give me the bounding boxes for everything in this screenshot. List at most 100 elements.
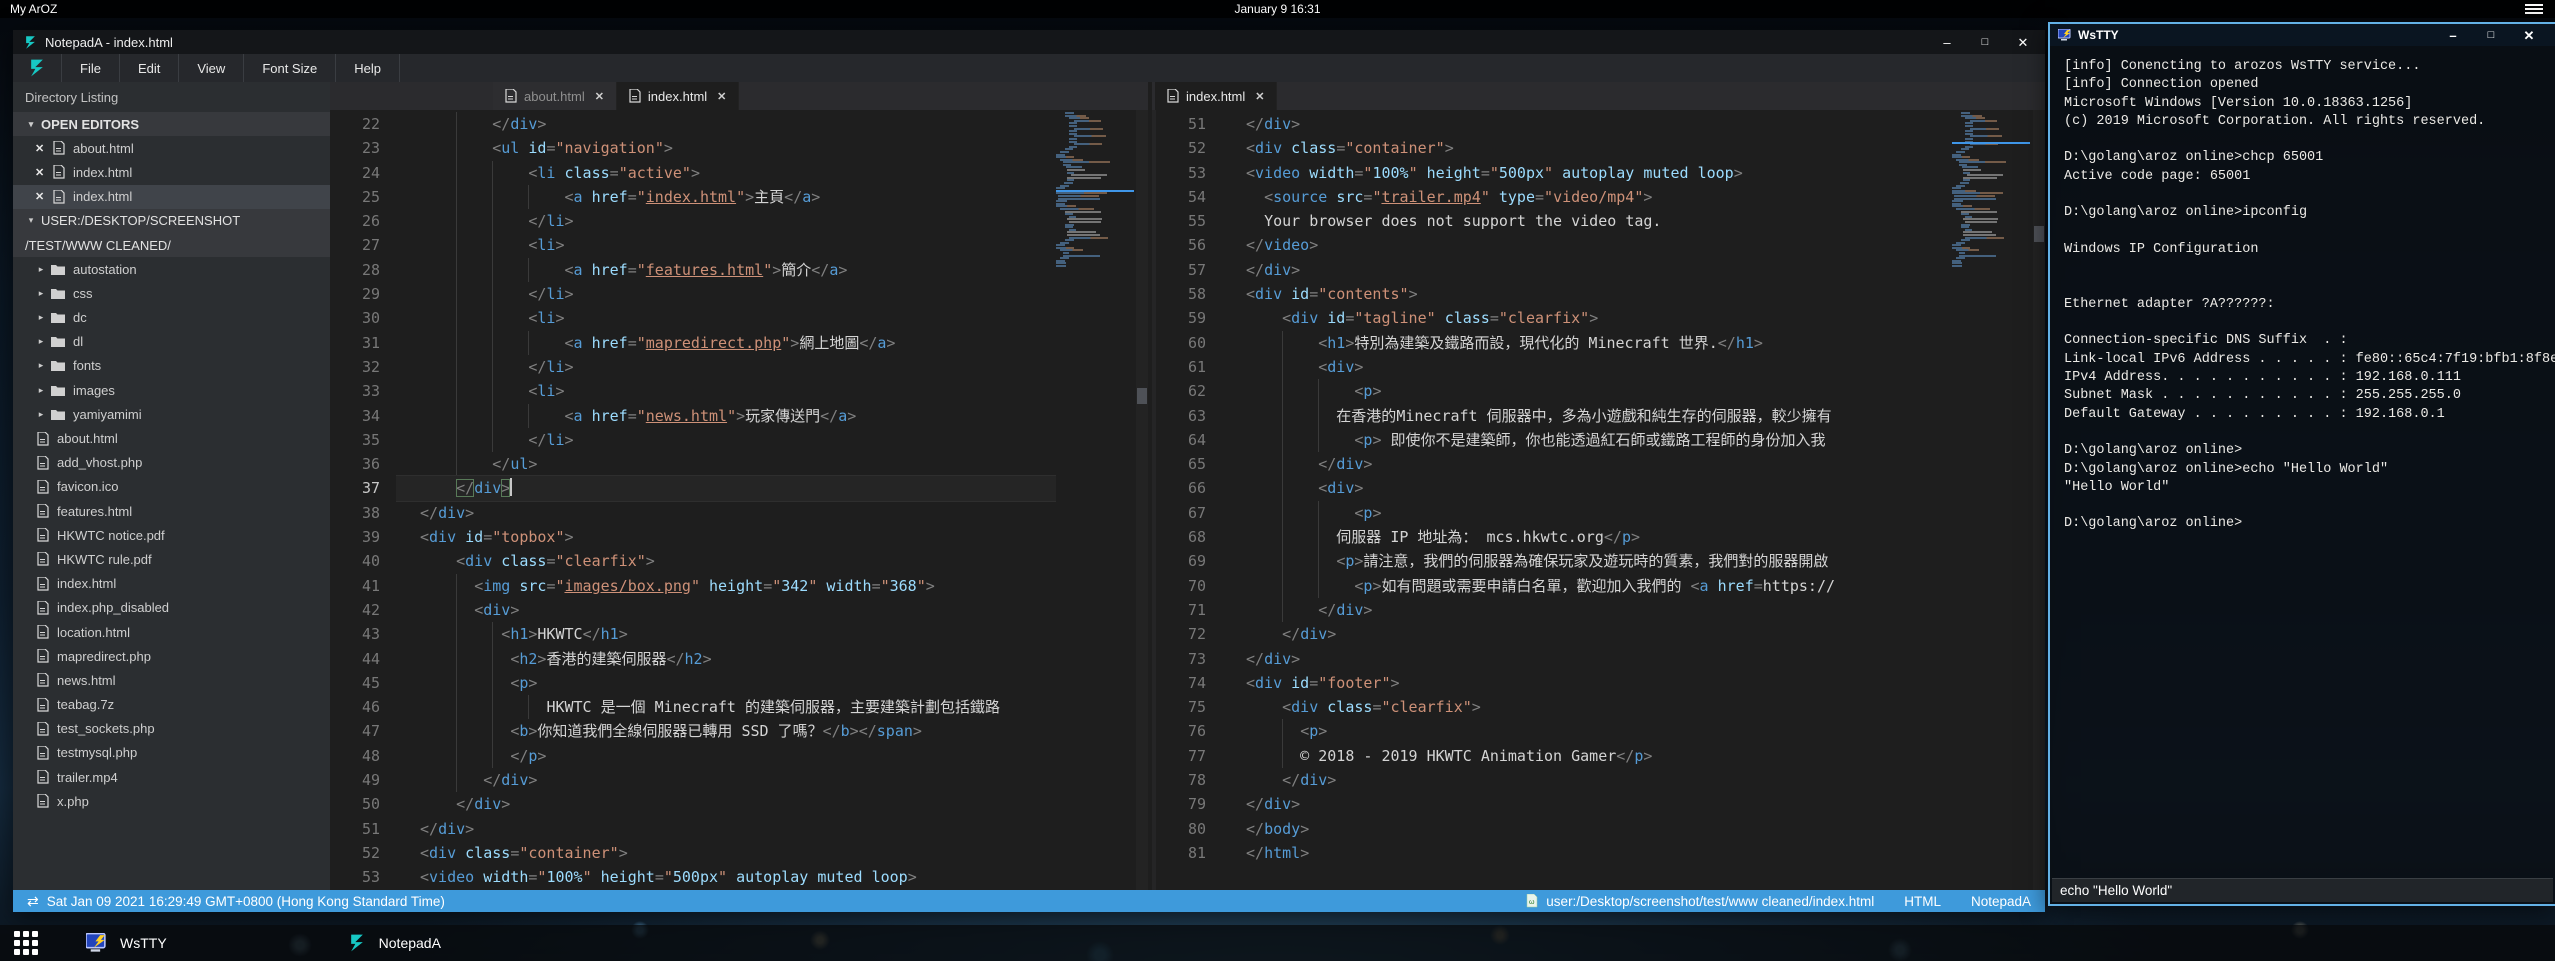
code-line-80[interactable]: </body>: [1222, 817, 1953, 841]
tree-folder-yamiyamimi[interactable]: ▸yamiyamimi: [13, 402, 330, 426]
tree-file-HKWTC notice.pdf[interactable]: HKWTC notice.pdf: [13, 523, 330, 547]
close-icon[interactable]: ✕: [35, 166, 47, 179]
close-tab-icon[interactable]: ✕: [595, 90, 604, 103]
code-line-51[interactable]: </div>: [396, 817, 1056, 841]
code-line-52[interactable]: <div class="container">: [1222, 136, 1953, 160]
code-line-72[interactable]: </div>: [1222, 622, 1953, 646]
code-line-40[interactable]: <div class="clearfix">: [396, 549, 1056, 573]
menu-help[interactable]: Help: [336, 54, 400, 82]
code-line-81[interactable]: </html>: [1222, 841, 1953, 865]
code-line-26[interactable]: </li>: [396, 209, 1056, 233]
code-line-51[interactable]: </div>: [1222, 112, 1953, 136]
close-button[interactable]: ✕: [2015, 36, 2031, 49]
code-line-58[interactable]: <div id="contents">: [1222, 282, 1953, 306]
tree-file-x.php[interactable]: x.php: [13, 789, 330, 813]
code-line-67[interactable]: <p>: [1222, 501, 1953, 525]
tree-file-teabag.7z[interactable]: teabag.7z: [13, 693, 330, 717]
code-line-22[interactable]: </div>: [396, 112, 1056, 136]
tree-file-index.html[interactable]: index.html: [13, 572, 330, 596]
code-line-62[interactable]: <p>: [1222, 379, 1953, 403]
code-line-65[interactable]: </div>: [1222, 452, 1953, 476]
vertical-scrollbar[interactable]: [2033, 110, 2045, 890]
code-line-45[interactable]: <p>: [396, 671, 1056, 695]
code-line-49[interactable]: </div>: [396, 768, 1056, 792]
code-area[interactable]: </div><div class="container"><video widt…: [1222, 112, 1953, 865]
code-line-79[interactable]: </div>: [1222, 792, 1953, 816]
maximize-button[interactable]: □: [2483, 30, 2499, 41]
code-line-30[interactable]: <li>: [396, 306, 1056, 330]
code-line-73[interactable]: </div>: [1222, 647, 1953, 671]
code-area[interactable]: </div> <ul id="navigation"> <li class="a…: [396, 112, 1056, 890]
code-line-78[interactable]: </div>: [1222, 768, 1953, 792]
tree-folder-dl[interactable]: ▸dl: [13, 330, 330, 354]
code-line-52[interactable]: <div class="container">: [396, 841, 1056, 865]
code-line-23[interactable]: <ul id="navigation">: [396, 136, 1056, 160]
code-line-64[interactable]: <p> 即使你不是建築師，你也能透過紅石師或鐵路工程師的身份加入我: [1222, 428, 1953, 452]
workspace-header[interactable]: ▾USER:/DESKTOP/SCREENSHOT: [13, 209, 330, 233]
taskbar-item-notepada[interactable]: NotepadA: [327, 925, 461, 961]
code-line-53[interactable]: <video width="100%" height="500px" autop…: [1222, 161, 1953, 185]
code-line-42[interactable]: <div>: [396, 598, 1056, 622]
code-line-34[interactable]: <a href="news.html">玩家傳送門</a>: [396, 404, 1056, 428]
code-line-47[interactable]: <b>你知道我們全線伺服器已轉用 SSD 了嗎？</b></span>: [396, 719, 1056, 743]
code-line-68[interactable]: 伺服器 IP 地址為： mcs.hkwtc.org</p>: [1222, 525, 1953, 549]
code-line-31[interactable]: <a href="mapredirect.php">網上地圖</a>: [396, 331, 1056, 355]
open-editors-header[interactable]: ▾OPEN EDITORS: [13, 112, 330, 136]
code-line-28[interactable]: <a href="features.html">簡介</a>: [396, 258, 1056, 282]
code-line-27[interactable]: <li>: [396, 233, 1056, 257]
code-line-55[interactable]: Your browser does not support the video …: [1222, 209, 1953, 233]
code-line-75[interactable]: <div class="clearfix">: [1222, 695, 1953, 719]
code-line-70[interactable]: <p>如有問題或需要申請白名單，歡迎加入我們的 <a href=https://: [1222, 574, 1953, 598]
tree-folder-css[interactable]: ▸css: [13, 281, 330, 305]
code-line-63[interactable]: 在香港的Minecraft 伺服器中，多為小遊戲和純生存的伺服器，較少擁有: [1222, 404, 1953, 428]
notepada-titlebar[interactable]: NotepadA - index.html – □ ✕: [13, 30, 2045, 54]
open-editor-about.html[interactable]: ✕about.html: [13, 136, 330, 160]
vertical-scrollbar[interactable]: [1136, 110, 1148, 890]
tree-folder-dc[interactable]: ▸dc: [13, 306, 330, 330]
code-line-76[interactable]: <p>: [1222, 719, 1953, 743]
tree-file-location.html[interactable]: location.html: [13, 620, 330, 644]
code-line-71[interactable]: </div>: [1222, 598, 1953, 622]
menu-edit[interactable]: Edit: [120, 54, 179, 82]
tree-file-about.html[interactable]: about.html: [13, 426, 330, 450]
code-line-50[interactable]: </div>: [396, 792, 1056, 816]
workspace-header-line2[interactable]: /TEST/WWW CLEANED/: [13, 233, 330, 257]
menu-file[interactable]: File: [61, 54, 120, 82]
close-icon[interactable]: ✕: [35, 142, 47, 155]
code-line-59[interactable]: <div id="tagline" class="clearfix">: [1222, 306, 1953, 330]
tree-folder-images[interactable]: ▸images: [13, 378, 330, 402]
menu-font-size[interactable]: Font Size: [244, 54, 336, 82]
start-menu-icon[interactable]: [14, 931, 38, 955]
code-line-38[interactable]: </div>: [396, 501, 1056, 525]
statusbar-language[interactable]: HTML: [1904, 894, 1941, 909]
menu-view[interactable]: View: [179, 54, 244, 82]
minimize-button[interactable]: –: [2445, 29, 2461, 42]
code-line-46[interactable]: HKWTC 是一個 Minecraft 的建築伺服器，主要建築計劃包括鐵路: [396, 695, 1056, 719]
tree-folder-autostation[interactable]: ▸autostation: [13, 257, 330, 281]
tree-file-test_sockets.php[interactable]: test_sockets.php: [13, 717, 330, 741]
tree-file-mapredirect.php[interactable]: mapredirect.php: [13, 644, 330, 668]
open-editor-index.html[interactable]: ✕index.html: [13, 185, 330, 209]
tree-file-testmysql.php[interactable]: testmysql.php: [13, 741, 330, 765]
open-editor-index.html[interactable]: ✕index.html: [13, 160, 330, 184]
hamburger-menu-icon[interactable]: [2525, 4, 2543, 15]
code-line-41[interactable]: <img src="images/box.png" height="342" w…: [396, 574, 1056, 598]
code-line-29[interactable]: </li>: [396, 282, 1056, 306]
tree-file-add_vhost.php[interactable]: add_vhost.php: [13, 451, 330, 475]
close-icon[interactable]: ✕: [35, 190, 47, 203]
tree-file-index.php_disabled[interactable]: index.php_disabled: [13, 596, 330, 620]
tree-file-news.html[interactable]: news.html: [13, 668, 330, 692]
close-tab-icon[interactable]: ✕: [1255, 90, 1264, 103]
close-tab-icon[interactable]: ✕: [717, 90, 726, 103]
code-line-24[interactable]: <li class="active">: [396, 161, 1056, 185]
tab-about.html[interactable]: about.html✕: [493, 82, 617, 110]
maximize-button[interactable]: □: [1977, 37, 1993, 48]
code-line-74[interactable]: <div id="footer">: [1222, 671, 1953, 695]
code-line-39[interactable]: <div id="topbox">: [396, 525, 1056, 549]
tree-file-trailer.mp4[interactable]: trailer.mp4: [13, 765, 330, 789]
terminal-command-input[interactable]: [2052, 878, 2553, 902]
tab-index.html[interactable]: index.html✕: [1155, 82, 1277, 110]
code-line-57[interactable]: </div>: [1222, 258, 1953, 282]
minimize-button[interactable]: –: [1939, 36, 1955, 49]
close-button[interactable]: ✕: [2521, 29, 2537, 42]
